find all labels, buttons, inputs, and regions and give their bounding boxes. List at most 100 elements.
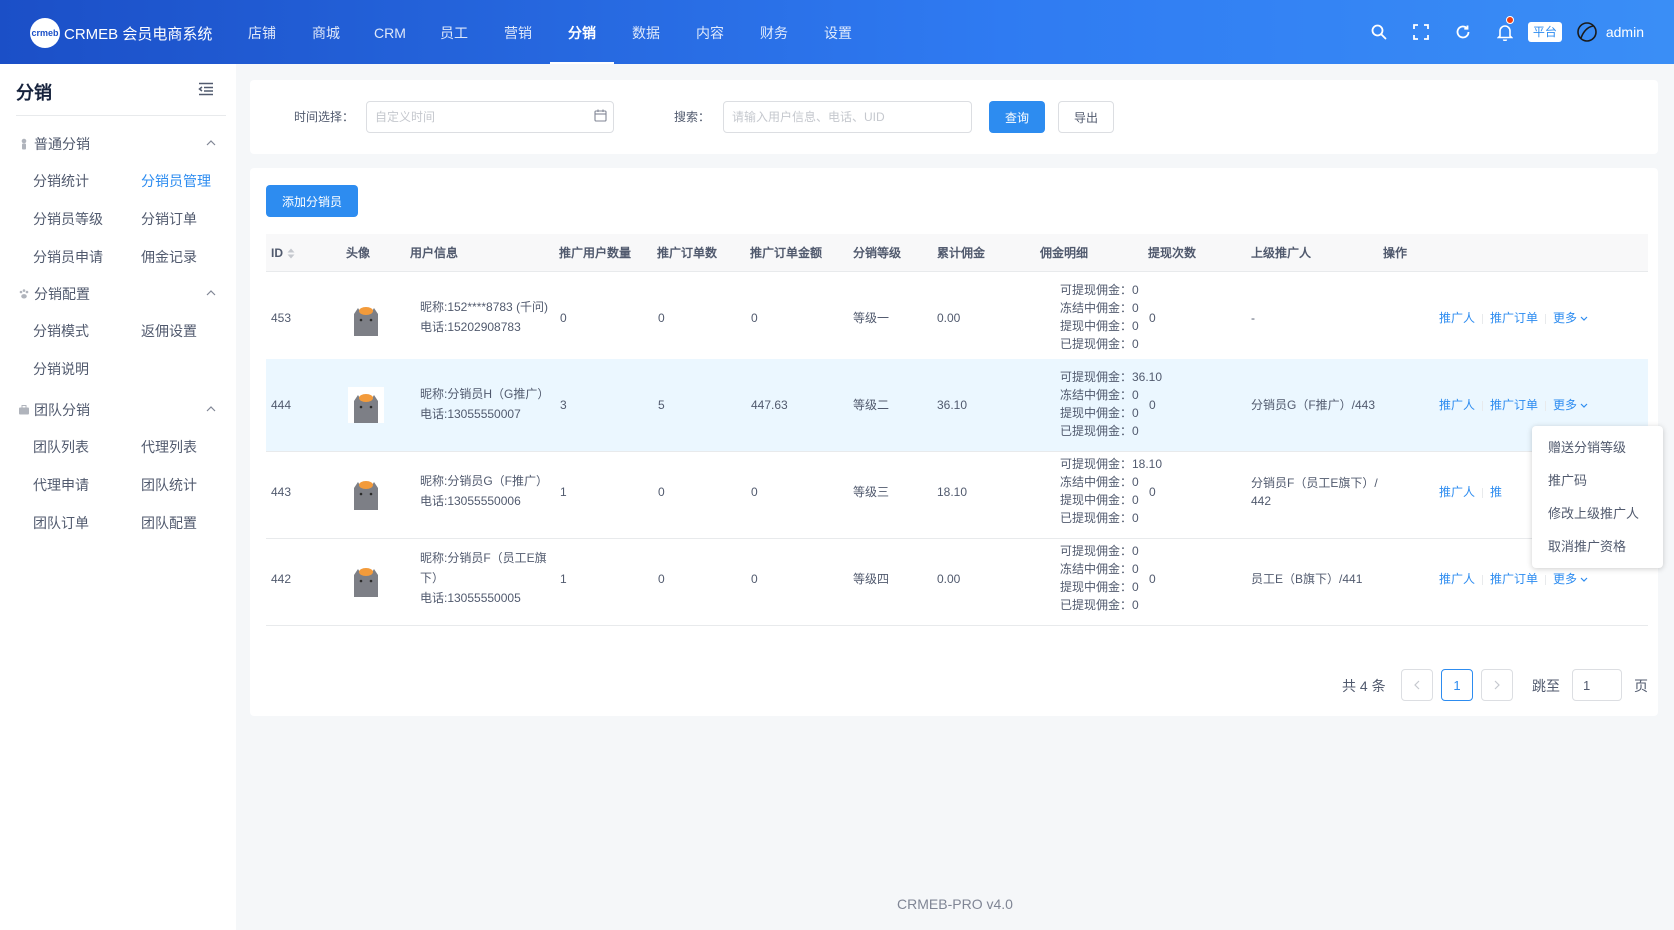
cell-withdraw-count: 0 <box>1149 311 1156 325</box>
promoter-link[interactable]: 推广人 <box>1439 485 1475 499</box>
th-id[interactable]: ID <box>271 234 295 272</box>
th-promo-amount: 推广订单金额 <box>750 246 823 260</box>
search-icon[interactable] <box>1358 0 1400 64</box>
detail-line: 冻结中佣金：0 <box>1060 562 1139 576</box>
sidebar-item-team-config[interactable]: 团队配置 <box>124 504 226 542</box>
divider <box>1482 313 1484 324</box>
sidebar-item-stats[interactable]: 分销统计 <box>16 162 124 200</box>
menu-item-cancel-qualification[interactable]: 取消推广资格 <box>1532 530 1663 563</box>
prev-page-button[interactable] <box>1401 669 1433 701</box>
calendar-icon[interactable] <box>594 109 607 125</box>
avatar-cat-image <box>348 300 384 336</box>
refresh-icon[interactable] <box>1442 0 1484 64</box>
more-link[interactable]: 更多 <box>1553 311 1588 325</box>
add-distributor-button[interactable]: 添加分销员 <box>266 185 358 217</box>
next-page-button[interactable] <box>1481 669 1513 701</box>
promo-orders-link[interactable]: 推广订单 <box>1490 311 1538 325</box>
group-label: 分销配置 <box>34 286 90 302</box>
cell-level: 等级四 <box>853 572 890 586</box>
promo-orders-link[interactable]: 推 <box>1490 485 1502 499</box>
cell-actions: 推广人 推 <box>1439 483 1502 501</box>
search-input[interactable] <box>723 101 972 133</box>
sidebar-item-team-orders[interactable]: 团队订单 <box>16 504 124 542</box>
sidebar-item-agent-list[interactable]: 代理列表 <box>124 428 226 466</box>
nav-marketing[interactable]: 营销 <box>486 0 550 64</box>
chevron-down-icon <box>1580 403 1588 409</box>
promo-orders-link[interactable]: 推广订单 <box>1490 398 1538 412</box>
sidebar-item-agent-apply[interactable]: 代理申请 <box>16 466 124 504</box>
nav-data[interactable]: 数据 <box>614 0 678 64</box>
sidebar-item-rebate[interactable]: 返佣设置 <box>124 312 226 350</box>
divider <box>1545 574 1547 585</box>
sidebar-item-team-stats[interactable]: 团队统计 <box>124 466 226 504</box>
nav-staff[interactable]: 员工 <box>422 0 486 64</box>
avatar-cat-image <box>348 474 384 510</box>
cell-total-commission: 0.00 <box>937 311 961 325</box>
chevron-up-icon <box>206 406 216 412</box>
more-link[interactable]: 更多 <box>1553 572 1588 586</box>
nav-distribution[interactable]: 分销 <box>550 0 614 64</box>
sidebar-item-team-list[interactable]: 团队列表 <box>16 428 124 466</box>
sidebar-item-apply[interactable]: 分销员申请 <box>16 238 124 276</box>
divider <box>1482 400 1484 411</box>
time-range-input[interactable] <box>366 101 614 133</box>
export-button[interactable]: 导出 <box>1058 101 1114 133</box>
detail-line: 可提现佣金：18.10 <box>1060 457 1163 471</box>
cell-promo-users: 1 <box>560 572 567 586</box>
th-withdraw-count: 提现次数 <box>1148 246 1197 260</box>
cell-commission-detail: 可提现佣金：18.10 冻结中佣金：0 提现中佣金：0 已提现佣金：0 <box>1060 455 1162 527</box>
promo-orders-link[interactable]: 推广订单 <box>1490 572 1538 586</box>
logo[interactable]: crmeb CRMEB 会员电商系统 <box>30 18 212 48</box>
more-link[interactable]: 更多 <box>1553 398 1588 412</box>
avatar-cat-image <box>348 387 384 423</box>
avatar-icon[interactable] <box>1576 21 1598 43</box>
cell-promo-orders: 0 <box>658 485 665 499</box>
user-phone: 电话:13055550005 <box>420 591 521 605</box>
pagination-total: 共 4 条 <box>1342 678 1386 694</box>
nav-shop[interactable]: 店铺 <box>230 0 294 64</box>
group-title-normal[interactable]: 普通分销 <box>16 126 226 162</box>
sidebar-item-commission[interactable]: 佣金记录 <box>124 238 226 276</box>
jump-page-input[interactable] <box>1572 669 1622 701</box>
menu-item-gift-level[interactable]: 赠送分销等级 <box>1532 431 1663 464</box>
cell-total-commission: 0.00 <box>937 572 961 586</box>
promoter-link[interactable]: 推广人 <box>1439 311 1475 325</box>
sort-icon[interactable] <box>287 248 295 259</box>
detail-line: 已提现佣金：0 <box>1060 598 1139 612</box>
nav-crm[interactable]: CRM <box>358 0 422 64</box>
bell-icon[interactable] <box>1484 0 1526 64</box>
cell-total-commission: 18.10 <box>937 485 968 499</box>
promoter-link[interactable]: 推广人 <box>1439 572 1475 586</box>
cell-promo-amount: 0 <box>751 311 758 325</box>
user-phone: 电话:13055550006 <box>420 494 521 508</box>
sidebar-item-distributor-manage[interactable]: 分销员管理 <box>124 162 226 200</box>
query-button[interactable]: 查询 <box>989 101 1045 133</box>
nav-mall[interactable]: 商城 <box>294 0 358 64</box>
sidebar-item-mode[interactable]: 分销模式 <box>16 312 124 350</box>
platform-badge[interactable]: 平台 <box>1527 22 1562 42</box>
collapse-menu-icon[interactable] <box>198 82 214 99</box>
cell-id: 453 <box>271 311 292 325</box>
menu-item-change-superior[interactable]: 修改上级推广人 <box>1532 497 1663 530</box>
group-title-team[interactable]: 团队分销 <box>16 392 226 428</box>
page-suffix: 页 <box>1634 678 1648 694</box>
th-user-info: 用户信息 <box>410 246 459 260</box>
promoter-link[interactable]: 推广人 <box>1439 398 1475 412</box>
chevron-down-icon <box>1580 316 1588 322</box>
sidebar-item-description[interactable]: 分销说明 <box>16 350 124 388</box>
group-title-config[interactable]: 分销配置 <box>16 276 226 312</box>
sidebar-item-orders[interactable]: 分销订单 <box>124 200 226 238</box>
chevron-right-icon <box>1494 680 1500 690</box>
nav-finance[interactable]: 财务 <box>742 0 806 64</box>
sidebar-item-level[interactable]: 分销员等级 <box>16 200 124 238</box>
admin-username[interactable]: admin <box>1606 24 1644 40</box>
nav-settings[interactable]: 设置 <box>806 0 870 64</box>
sidebar: 分销 普通分销 分销统计 分销员管理 分销员等级 分销订单 分销员申请 佣金记录… <box>0 64 236 930</box>
menu-item-promo-code[interactable]: 推广码 <box>1532 464 1663 497</box>
nav-content[interactable]: 内容 <box>678 0 742 64</box>
paw-icon <box>19 289 29 299</box>
cell-superior: 员工E（B旗下）/441 <box>1251 572 1363 586</box>
cell-commission-detail: 可提现佣金：0 冻结中佣金：0 提现中佣金：0 已提现佣金：0 <box>1060 542 1139 614</box>
fullscreen-icon[interactable] <box>1400 0 1442 64</box>
page-1-button[interactable]: 1 <box>1441 669 1473 701</box>
